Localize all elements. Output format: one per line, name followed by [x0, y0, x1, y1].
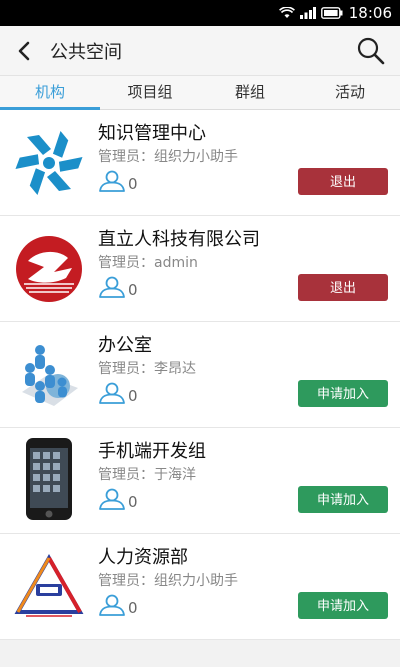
list-item[interactable]: 直立人科技有限公司 管理员：admin 0 退出 [0, 216, 400, 322]
org-name: 办公室 [98, 335, 152, 356]
person-icon [99, 488, 125, 510]
search-icon [357, 37, 385, 65]
org-admin: 管理员：admin [98, 255, 198, 271]
tab-institutions[interactable]: 机构 [0, 76, 100, 110]
member-count-value: 0 [128, 387, 138, 405]
battery-icon [320, 7, 343, 19]
org-admin: 管理员：李昂达 [98, 361, 196, 377]
org-admin: 管理员：于海洋 [98, 467, 196, 483]
quit-button[interactable]: 退出 [298, 168, 388, 195]
member-count-value: 0 [128, 175, 138, 193]
member-count-value: 0 [128, 281, 138, 299]
signal-icon [299, 7, 316, 19]
status-icons [278, 7, 343, 19]
status-bar: 18:06 [0, 0, 400, 26]
org-name: 人力资源部 [98, 547, 188, 568]
org-name: 知识管理中心 [98, 123, 206, 144]
member-count: 0 [98, 594, 138, 616]
tab-bar: 机构 项目组 群组 活动 [0, 76, 400, 110]
member-count: 0 [98, 276, 138, 298]
list-item[interactable]: 手机端开发组 管理员：于海洋 0 申请加入 [0, 428, 400, 534]
list-item[interactable]: 知识管理中心 管理员：组织力小助手 0 退出 [0, 110, 400, 216]
person-icon [99, 594, 125, 616]
org-logo [14, 340, 84, 410]
member-count: 0 [98, 170, 138, 192]
app-bar: 公共空间 [0, 26, 400, 76]
join-button[interactable]: 申请加入 [298, 380, 388, 407]
org-logo [14, 128, 84, 198]
chevron-left-icon [18, 41, 30, 60]
back-button[interactable] [0, 26, 48, 76]
org-admin: 管理员：组织力小助手 [98, 149, 238, 165]
list-item[interactable]: 办公室 管理员：李昂达 0 申请加入 [0, 322, 400, 428]
join-button[interactable]: 申请加入 [298, 592, 388, 619]
quit-button[interactable]: 退出 [298, 274, 388, 301]
org-list: 知识管理中心 管理员：组织力小助手 0 退出 直立人科技有限公司 管理员：adm… [0, 110, 400, 640]
tab-groups[interactable]: 群组 [200, 76, 300, 109]
person-icon [99, 170, 125, 192]
member-count-value: 0 [128, 493, 138, 511]
page-title: 公共空间 [50, 41, 122, 63]
member-count: 0 [98, 488, 138, 510]
org-logo [14, 438, 84, 520]
org-logo [14, 234, 84, 304]
tab-activities[interactable]: 活动 [300, 76, 400, 109]
wifi-icon [278, 7, 295, 18]
person-icon [99, 276, 125, 298]
person-icon [99, 382, 125, 404]
org-name: 手机端开发组 [98, 441, 206, 462]
list-item[interactable]: 人力资源部 管理员：组织力小助手 0 申请加入 [0, 534, 400, 640]
org-logo [14, 552, 84, 622]
org-name: 直立人科技有限公司 [98, 229, 260, 250]
org-admin: 管理员：组织力小助手 [98, 573, 238, 589]
member-count: 0 [98, 382, 138, 404]
search-button[interactable] [354, 34, 388, 68]
member-count-value: 0 [128, 599, 138, 617]
status-time: 18:06 [348, 4, 392, 22]
tab-project-groups[interactable]: 项目组 [100, 76, 200, 109]
join-button[interactable]: 申请加入 [298, 486, 388, 513]
